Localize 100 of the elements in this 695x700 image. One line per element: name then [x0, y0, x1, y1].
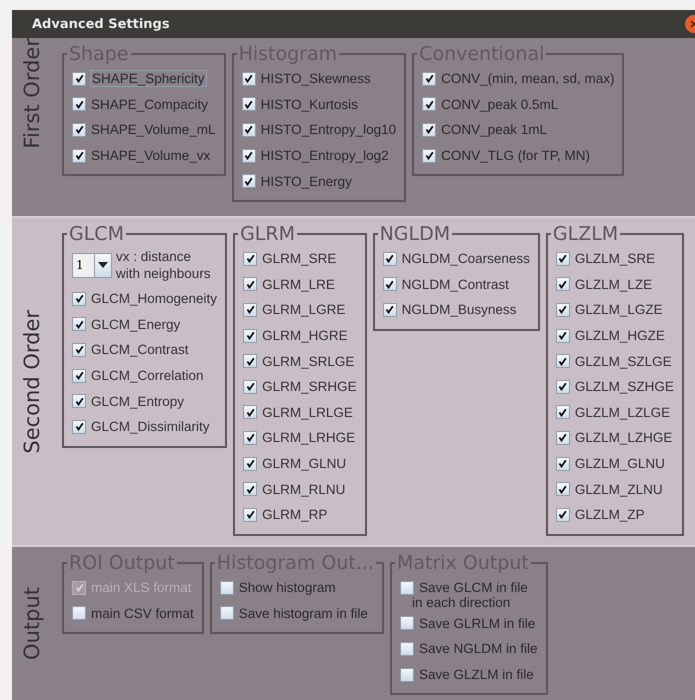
checkbox-option[interactable]: HISTO_Entropy_log10	[242, 117, 398, 143]
checkmark-icon	[558, 331, 568, 340]
checkbox-option[interactable]: GLZLM_SZLGE	[556, 348, 674, 374]
option-note: in each direction	[410, 594, 512, 611]
checkbox-option[interactable]: Save histogram in file	[220, 600, 370, 626]
checkbox-option[interactable]: GLZLM_LZE	[556, 272, 654, 298]
checkbox-option[interactable]: GLZLM_GLNU	[556, 450, 667, 476]
checkbox-option[interactable]: GLRM_LRLGE	[243, 400, 355, 426]
checkmark-icon	[558, 433, 568, 442]
checkbox-option[interactable]: GLRM_LRE	[243, 272, 337, 298]
checkmark-icon	[74, 396, 84, 406]
section-title: Second Order	[20, 310, 44, 454]
checkbox-option[interactable]: GLZLM_SZHGE	[556, 374, 676, 400]
checkbox-option[interactable]: CONV_TLG (for TP, MN)	[422, 142, 592, 168]
checkbox-option[interactable]: GLRM_HGRE	[243, 322, 350, 348]
checkmark-icon	[246, 280, 255, 289]
checkbox-option[interactable]: HISTO_Entropy_log2	[242, 142, 391, 168]
checkmark-icon	[246, 510, 255, 520]
checkbox-option[interactable]: GLZLM_ZLNU	[556, 476, 665, 502]
checkmark-icon	[74, 294, 84, 304]
checkbox-option[interactable]: main CSV format	[72, 600, 196, 626]
checkbox-option[interactable]: GLCM_Correlation	[72, 362, 206, 388]
checkbox-option[interactable]: GLZLM_ZP	[556, 502, 647, 528]
checkmark-icon	[244, 151, 254, 160]
checkbox-option[interactable]: GLCM_Homogeneity	[72, 286, 220, 312]
checkmark-icon	[74, 151, 84, 160]
checkmark-icon	[246, 331, 255, 340]
checkbox-option[interactable]: GLCM_Entropy	[72, 388, 186, 414]
checkbox-option[interactable]: GLZLM_LZHGE	[556, 425, 674, 451]
checkmark-icon	[244, 100, 254, 109]
checkmark-icon	[558, 254, 568, 264]
checkmark-icon	[246, 382, 255, 392]
checkmark-icon	[385, 280, 394, 289]
checkmark-icon	[244, 176, 254, 186]
checkbox-option[interactable]: GLRM_LGRE	[243, 297, 348, 323]
checkbox-option[interactable]: CONV_(min, mean, sd, max)	[422, 66, 616, 92]
checkmark-icon	[74, 125, 84, 134]
checkbox-option[interactable]: NGLDM_Contrast	[382, 272, 511, 298]
checkbox-option[interactable]: GLZLM_LZLGE	[556, 400, 672, 426]
checkbox-option[interactable]: GLCM_Dissimilarity	[72, 414, 212, 440]
checkmark-icon	[558, 280, 568, 289]
checkbox-option[interactable]: GLZLM_HGZE	[556, 322, 667, 348]
checkmark-icon	[246, 459, 255, 468]
checkbox-option[interactable]: GLZLM_SRE	[556, 246, 658, 272]
checkmark-icon	[244, 74, 254, 84]
checkbox-option[interactable]: Show histogram	[220, 575, 338, 601]
group-title: GLZLM	[552, 224, 620, 244]
checkmark-icon	[74, 583, 84, 592]
distance-spinner[interactable]: 1	[72, 252, 112, 278]
checkmark-icon	[424, 74, 434, 84]
checkbox-option[interactable]: GLRM_RLNU	[243, 476, 348, 502]
checkbox-option[interactable]: CONV_peak 0.5mL	[422, 92, 560, 118]
checkmark-icon	[246, 408, 255, 417]
checkbox-option[interactable]: GLCM_Contrast	[72, 337, 191, 363]
group-title: NGLDM	[378, 224, 452, 244]
checkbox-option[interactable]: NGLDM_Coarseness	[382, 246, 532, 272]
checkmark-icon	[246, 305, 255, 314]
checkmark-icon	[74, 371, 84, 380]
checkbox-option[interactable]: GLRM_SRE	[243, 246, 338, 272]
checkbox-option[interactable]: HISTO_Kurtosis	[242, 92, 360, 118]
checkmark-icon	[424, 100, 434, 109]
checkmark-icon	[558, 382, 568, 392]
checkbox-option[interactable]: GLCM_Energy	[72, 312, 182, 338]
checkmark-icon	[74, 100, 84, 109]
checkbox-option[interactable]: GLZLM_LGZE	[556, 297, 665, 323]
group-title: GLCM	[68, 224, 125, 244]
checkmark-icon	[558, 484, 568, 494]
section-title: First Order	[20, 38, 44, 149]
checkbox-option[interactable]: GLRM_RP	[243, 502, 330, 528]
checkmark-icon	[385, 305, 394, 314]
checkmark-icon	[246, 356, 255, 366]
checkmark-icon	[558, 510, 568, 520]
checkbox-option[interactable]: GLRM_SRHGE	[243, 374, 359, 400]
checkmark-icon	[74, 422, 84, 432]
checkbox-option[interactable]: SHAPE_Volume_mL	[72, 117, 218, 143]
checkbox-option[interactable]: GLRM_LRHGE	[243, 425, 358, 451]
checkbox-option[interactable]: GLRM_SRLGE	[243, 348, 356, 374]
checkbox-option[interactable]: HISTO_Energy	[242, 168, 354, 194]
checkbox-option[interactable]: Save NGLDM in file	[400, 636, 540, 662]
checkbox-option[interactable]: SHAPE_Compacity	[72, 92, 210, 118]
window-title: Advanced Settings	[31, 16, 170, 32]
checkmark-icon	[246, 433, 255, 442]
checkbox-option[interactable]: GLRM_GLNU	[243, 450, 348, 476]
checkbox-option[interactable]: Save GLZLM in file	[400, 662, 536, 688]
checkmark-icon	[558, 305, 568, 314]
checkbox-option[interactable]: CONV_peak 1mL	[422, 117, 549, 143]
checkbox-option[interactable]: Save GLRLM in file	[400, 610, 538, 636]
spinner-label: vx : distance	[116, 248, 192, 265]
group-title: GLRM	[239, 224, 296, 244]
checkmark-icon	[74, 345, 84, 354]
checkmark-icon	[558, 408, 568, 417]
spinner-label: with neighbours	[116, 265, 211, 282]
checkmark-icon	[558, 356, 568, 366]
checkbox-option[interactable]: HISTO_Skewness	[242, 66, 373, 92]
checkbox-option[interactable]: SHAPE_Sphericity	[72, 66, 208, 92]
checkbox-option[interactable]: SHAPE_Volume_vx	[72, 142, 212, 168]
checkmark-icon	[246, 484, 255, 494]
checkbox-option[interactable]: NGLDM_Busyness	[382, 297, 518, 323]
checkmark-icon	[385, 254, 394, 264]
checkmark-icon	[246, 254, 255, 264]
